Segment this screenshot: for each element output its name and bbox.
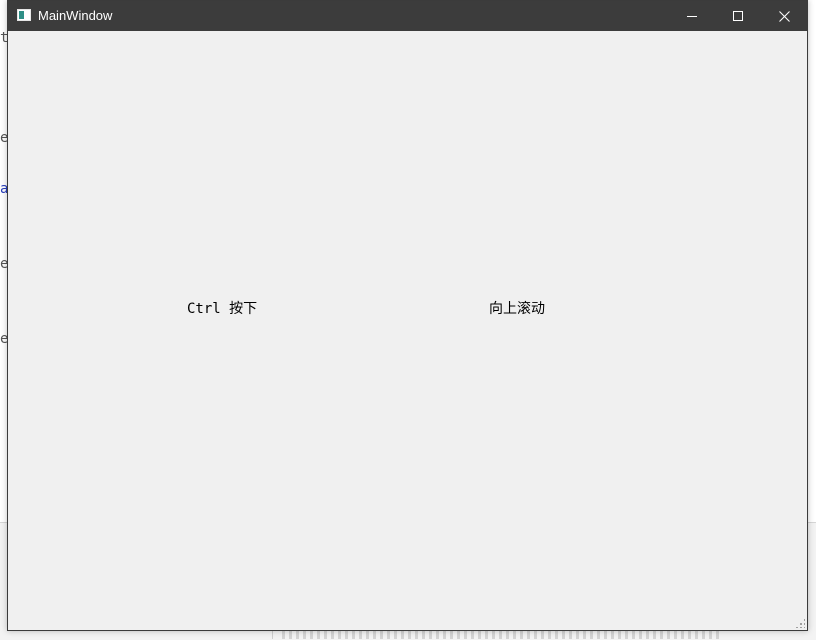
app-window-icon	[17, 9, 31, 21]
maximize-icon	[733, 11, 743, 21]
scroll-status-label: 向上滚动	[489, 301, 545, 317]
window-title: MainWindow	[38, 8, 113, 23]
resize-grip[interactable]	[795, 618, 805, 628]
close-icon	[778, 10, 790, 22]
minimize-button[interactable]	[669, 1, 715, 31]
main-window: MainWindow Ctrl 按下 向上滚动	[7, 0, 808, 631]
title-bar[interactable]: MainWindow	[8, 1, 807, 31]
close-button[interactable]	[761, 1, 807, 31]
minimize-icon	[687, 16, 697, 17]
ctrl-status-label: Ctrl 按下	[187, 301, 258, 317]
maximize-button[interactable]	[715, 1, 761, 31]
window-client-area: Ctrl 按下 向上滚动	[8, 31, 807, 630]
